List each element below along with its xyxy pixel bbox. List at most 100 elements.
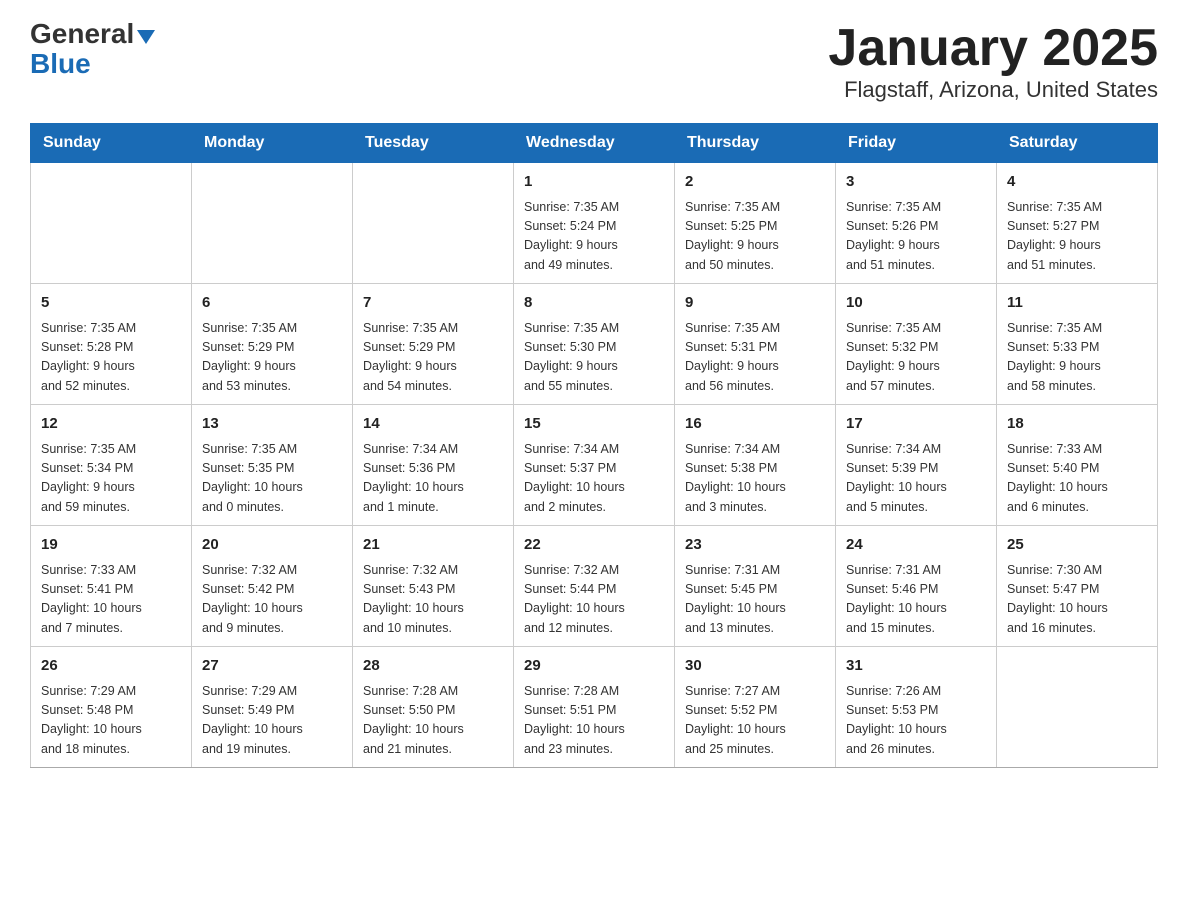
calendar-day-cell: 18 Sunrise: 7:33 AM Sunset: 5:40 PM Dayli… — [997, 405, 1158, 526]
day-info: Sunrise: 7:34 AM Sunset: 5:36 PM Dayligh… — [363, 440, 503, 518]
calendar-day-cell: 4 Sunrise: 7:35 AM Sunset: 5:27 PM Daylig… — [997, 163, 1158, 284]
calendar-day-cell: 16 Sunrise: 7:34 AM Sunset: 5:38 PM Dayli… — [675, 405, 836, 526]
calendar-day-cell: 21Sunrise: 7:32 AM Sunset: 5:43 PM Dayli… — [353, 526, 514, 647]
day-info: Sunrise: 7:28 AM Sunset: 5:51 PM Dayligh… — [524, 682, 664, 760]
calendar-week-row: 1 Sunrise: 7:35 AM Sunset: 5:24 PM Daylig… — [31, 163, 1158, 284]
day-info: Sunrise: 7:33 AM Sunset: 5:41 PM Dayligh… — [41, 561, 181, 639]
calendar-day-cell: 9 Sunrise: 7:35 AM Sunset: 5:31 PM Daylig… — [675, 284, 836, 405]
calendar-day-header: Tuesday — [353, 124, 514, 163]
calendar-table: SundayMondayTuesdayWednesdayThursdayFrid… — [30, 123, 1158, 768]
calendar-day-cell: 19 Sunrise: 7:33 AM Sunset: 5:41 PM Dayli… — [31, 526, 192, 647]
day-number: 18 — [1007, 413, 1147, 436]
day-number: 19 — [41, 534, 181, 557]
day-number: 1 — [524, 171, 664, 194]
day-info: Sunrise: 7:35 AM Sunset: 5:27 PM Dayligh… — [1007, 198, 1147, 276]
calendar-day-header: Thursday — [675, 124, 836, 163]
day-info: Sunrise: 7:30 AM Sunset: 5:47 PM Dayligh… — [1007, 561, 1147, 639]
calendar-day-cell — [353, 163, 514, 284]
calendar-day-cell: 24Sunrise: 7:31 AM Sunset: 5:46 PM Dayli… — [836, 526, 997, 647]
day-number: 12 — [41, 413, 181, 436]
calendar-day-cell: 11 Sunrise: 7:35 AM Sunset: 5:33 PM Dayli… — [997, 284, 1158, 405]
calendar-day-cell: 26Sunrise: 7:29 AM Sunset: 5:48 PM Dayli… — [31, 647, 192, 768]
day-info: Sunrise: 7:28 AM Sunset: 5:50 PM Dayligh… — [363, 682, 503, 760]
day-number: 27 — [202, 655, 342, 678]
calendar-day-cell: 6 Sunrise: 7:35 AM Sunset: 5:29 PM Daylig… — [192, 284, 353, 405]
calendar-day-cell: 14 Sunrise: 7:34 AM Sunset: 5:36 PM Dayli… — [353, 405, 514, 526]
logo-blue-text: Blue — [30, 48, 91, 79]
calendar-day-cell: 13Sunrise: 7:35 AM Sunset: 5:35 PM Dayli… — [192, 405, 353, 526]
calendar-day-cell: 15Sunrise: 7:34 AM Sunset: 5:37 PM Dayli… — [514, 405, 675, 526]
day-info: Sunrise: 7:35 AM Sunset: 5:33 PM Dayligh… — [1007, 319, 1147, 397]
calendar-day-cell: 31Sunrise: 7:26 AM Sunset: 5:53 PM Dayli… — [836, 647, 997, 768]
calendar-day-cell: 3 Sunrise: 7:35 AM Sunset: 5:26 PM Daylig… — [836, 163, 997, 284]
logo-arrow-icon — [137, 30, 155, 44]
day-info: Sunrise: 7:31 AM Sunset: 5:45 PM Dayligh… — [685, 561, 825, 639]
calendar-day-cell: 29Sunrise: 7:28 AM Sunset: 5:51 PM Dayli… — [514, 647, 675, 768]
day-number: 5 — [41, 292, 181, 315]
calendar-day-cell: 12 Sunrise: 7:35 AM Sunset: 5:34 PM Dayli… — [31, 405, 192, 526]
day-info: Sunrise: 7:32 AM Sunset: 5:42 PM Dayligh… — [202, 561, 342, 639]
day-number: 22 — [524, 534, 664, 557]
day-number: 2 — [685, 171, 825, 194]
day-info: Sunrise: 7:35 AM Sunset: 5:31 PM Dayligh… — [685, 319, 825, 397]
calendar-day-cell: 23 Sunrise: 7:31 AM Sunset: 5:45 PM Dayli… — [675, 526, 836, 647]
calendar-body: 1 Sunrise: 7:35 AM Sunset: 5:24 PM Daylig… — [31, 163, 1158, 768]
calendar-day-cell — [31, 163, 192, 284]
page-subtitle: Flagstaff, Arizona, United States — [828, 77, 1158, 103]
day-info: Sunrise: 7:34 AM Sunset: 5:39 PM Dayligh… — [846, 440, 986, 518]
day-info: Sunrise: 7:32 AM Sunset: 5:43 PM Dayligh… — [363, 561, 503, 639]
calendar-day-cell — [192, 163, 353, 284]
page-title: January 2025 — [828, 20, 1158, 77]
day-number: 28 — [363, 655, 503, 678]
day-number: 15 — [524, 413, 664, 436]
calendar-day-cell: 2 Sunrise: 7:35 AM Sunset: 5:25 PM Daylig… — [675, 163, 836, 284]
page-header: General Blue January 2025 Flagstaff, Ari… — [30, 20, 1158, 103]
calendar-day-cell: 27Sunrise: 7:29 AM Sunset: 5:49 PM Dayli… — [192, 647, 353, 768]
day-number: 16 — [685, 413, 825, 436]
day-info: Sunrise: 7:35 AM Sunset: 5:29 PM Dayligh… — [202, 319, 342, 397]
day-number: 11 — [1007, 292, 1147, 315]
calendar-day-header: Saturday — [997, 124, 1158, 163]
day-info: Sunrise: 7:35 AM Sunset: 5:34 PM Dayligh… — [41, 440, 181, 518]
logo: General Blue — [30, 20, 155, 80]
day-number: 3 — [846, 171, 986, 194]
day-number: 20 — [202, 534, 342, 557]
day-number: 30 — [685, 655, 825, 678]
day-number: 4 — [1007, 171, 1147, 194]
calendar-day-cell: 28 Sunrise: 7:28 AM Sunset: 5:50 PM Dayli… — [353, 647, 514, 768]
calendar-day-cell: 7Sunrise: 7:35 AM Sunset: 5:29 PM Daylig… — [353, 284, 514, 405]
day-number: 9 — [685, 292, 825, 315]
day-info: Sunrise: 7:26 AM Sunset: 5:53 PM Dayligh… — [846, 682, 986, 760]
calendar-day-header: Wednesday — [514, 124, 675, 163]
day-info: Sunrise: 7:35 AM Sunset: 5:26 PM Dayligh… — [846, 198, 986, 276]
day-info: Sunrise: 7:35 AM Sunset: 5:28 PM Dayligh… — [41, 319, 181, 397]
day-info: Sunrise: 7:35 AM Sunset: 5:25 PM Dayligh… — [685, 198, 825, 276]
calendar-week-row: 19 Sunrise: 7:33 AM Sunset: 5:41 PM Dayli… — [31, 526, 1158, 647]
day-number: 26 — [41, 655, 181, 678]
day-info: Sunrise: 7:35 AM Sunset: 5:24 PM Dayligh… — [524, 198, 664, 276]
day-info: Sunrise: 7:35 AM Sunset: 5:32 PM Dayligh… — [846, 319, 986, 397]
title-block: January 2025 Flagstaff, Arizona, United … — [828, 20, 1158, 103]
day-number: 24 — [846, 534, 986, 557]
calendar-day-cell: 25Sunrise: 7:30 AM Sunset: 5:47 PM Dayli… — [997, 526, 1158, 647]
calendar-day-cell: 8 Sunrise: 7:35 AM Sunset: 5:30 PM Daylig… — [514, 284, 675, 405]
day-info: Sunrise: 7:35 AM Sunset: 5:29 PM Dayligh… — [363, 319, 503, 397]
day-number: 14 — [363, 413, 503, 436]
calendar-day-cell: 5 Sunrise: 7:35 AM Sunset: 5:28 PM Daylig… — [31, 284, 192, 405]
day-info: Sunrise: 7:35 AM Sunset: 5:30 PM Dayligh… — [524, 319, 664, 397]
day-number: 8 — [524, 292, 664, 315]
calendar-day-header: Friday — [836, 124, 997, 163]
day-number: 13 — [202, 413, 342, 436]
day-number: 17 — [846, 413, 986, 436]
calendar-day-cell: 1 Sunrise: 7:35 AM Sunset: 5:24 PM Daylig… — [514, 163, 675, 284]
calendar-day-cell: 17 Sunrise: 7:34 AM Sunset: 5:39 PM Dayli… — [836, 405, 997, 526]
day-info: Sunrise: 7:33 AM Sunset: 5:40 PM Dayligh… — [1007, 440, 1147, 518]
day-info: Sunrise: 7:34 AM Sunset: 5:38 PM Dayligh… — [685, 440, 825, 518]
logo-general-text: General — [30, 20, 134, 48]
day-number: 6 — [202, 292, 342, 315]
day-info: Sunrise: 7:27 AM Sunset: 5:52 PM Dayligh… — [685, 682, 825, 760]
calendar-week-row: 5 Sunrise: 7:35 AM Sunset: 5:28 PM Daylig… — [31, 284, 1158, 405]
day-info: Sunrise: 7:32 AM Sunset: 5:44 PM Dayligh… — [524, 561, 664, 639]
day-number: 23 — [685, 534, 825, 557]
calendar-day-cell: 22 Sunrise: 7:32 AM Sunset: 5:44 PM Dayli… — [514, 526, 675, 647]
